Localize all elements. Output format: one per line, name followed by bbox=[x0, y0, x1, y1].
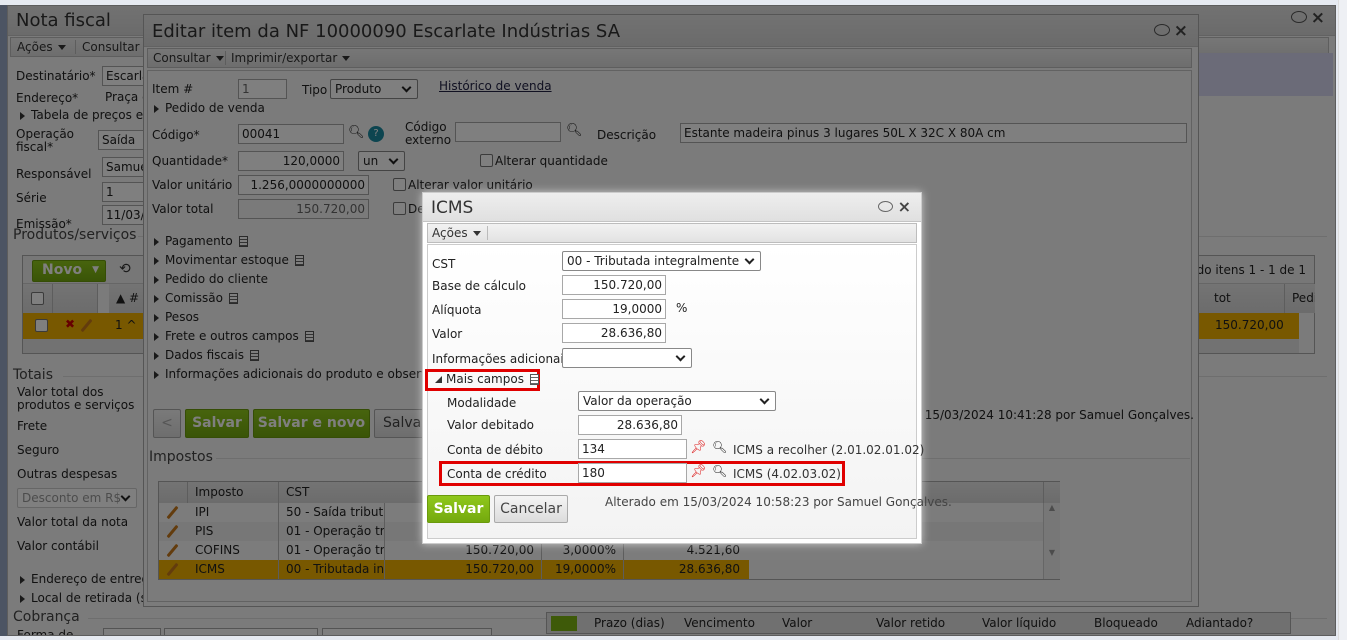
icms-titlebar: ICMS bbox=[423, 193, 921, 222]
cst-label: CST bbox=[432, 257, 456, 271]
search-icon[interactable]: 🔍︎ bbox=[712, 440, 727, 454]
pin-icon[interactable]: 📌︎ bbox=[690, 464, 707, 479]
conta-credito-input[interactable]: 180 bbox=[578, 463, 687, 483]
icms-toolbar: Ações bbox=[427, 223, 917, 243]
valor-label: Valor bbox=[432, 327, 463, 341]
base-input[interactable]: 150.720,00 bbox=[562, 275, 666, 295]
icms-audit-text: Alterado em 15/03/2024 10:58:23 por Samu… bbox=[605, 495, 952, 509]
comment-icon[interactable] bbox=[878, 201, 893, 212]
menu-acoes[interactable]: Ações bbox=[432, 226, 488, 240]
valor-debitado-input[interactable]: 28.636,80 bbox=[578, 415, 682, 435]
search-icon[interactable]: 🔍︎ bbox=[712, 464, 727, 478]
page-scrollbar[interactable] bbox=[1338, 0, 1347, 640]
icms-cancelar-button[interactable]: Cancelar bbox=[494, 495, 568, 523]
toggle-label: Mais campos bbox=[446, 372, 524, 386]
modalidade-label: Modalidade bbox=[447, 396, 517, 410]
icms-salvar-button[interactable]: Salvar bbox=[427, 495, 490, 523]
conta-debito-input[interactable]: 134 bbox=[578, 439, 687, 459]
aliquota-input[interactable]: 19,0000 bbox=[562, 299, 666, 319]
conta-debito-label: Conta de débito bbox=[447, 443, 544, 457]
base-label: Base de cálculo bbox=[432, 279, 527, 293]
menu-label: Ações bbox=[432, 226, 468, 240]
conta-debito-desc: ICMS a recolher (2.01.02.01.02) bbox=[733, 443, 925, 457]
percent-label: % bbox=[676, 301, 688, 315]
close-icon[interactable]: × bbox=[898, 197, 911, 216]
conta-credito-desc: ICMS (4.02.03.02) bbox=[733, 467, 841, 481]
cst-select[interactable]: 00 - Tributada integralmente bbox=[562, 251, 761, 271]
info-adicionais-select[interactable] bbox=[562, 348, 692, 368]
aliquota-label: Alíquota bbox=[432, 303, 482, 317]
mais-campos-toggle[interactable]: Mais campos bbox=[435, 372, 539, 386]
info-adicionais-label: Informações adicionais bbox=[432, 352, 570, 366]
valor-debitado-label: Valor debitado bbox=[447, 418, 535, 432]
modalidade-select[interactable]: Valor da operação bbox=[578, 391, 776, 411]
valor-input[interactable]: 28.636,80 bbox=[562, 323, 666, 343]
dialog-title: ICMS bbox=[431, 198, 474, 218]
expanded-icon bbox=[435, 376, 442, 383]
note-icon bbox=[529, 374, 539, 385]
icms-dialog: ICMS × Ações CST 00 - Tributada integral… bbox=[422, 192, 952, 544]
conta-credito-label: Conta de crédito bbox=[447, 467, 547, 481]
pin-icon[interactable]: 📌︎ bbox=[690, 440, 707, 455]
